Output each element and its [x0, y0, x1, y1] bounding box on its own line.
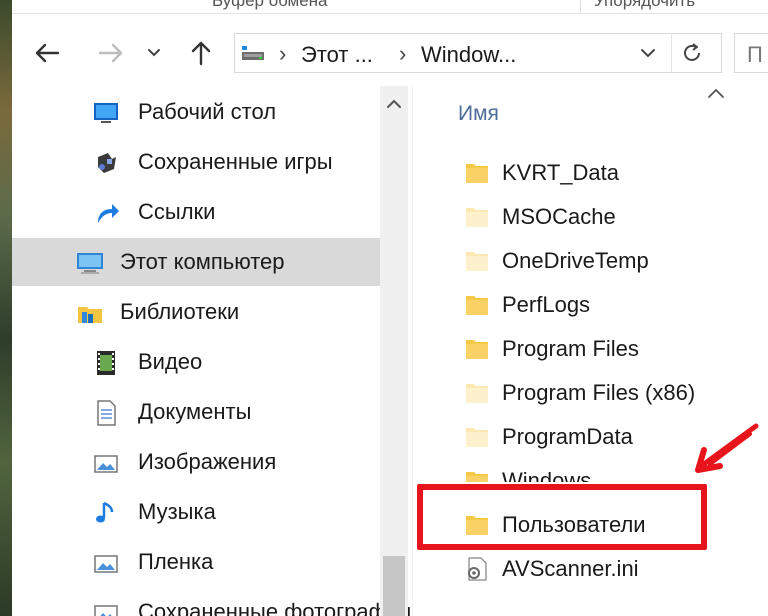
column-header-name[interactable]: Имя: [458, 102, 499, 126]
hidden-folder-icon: [466, 384, 488, 403]
nav-item-desktop[interactable]: Рабочий стол: [12, 88, 380, 136]
file-row[interactable]: OneDriveTemp: [460, 242, 760, 282]
file-name: Program Files: [502, 336, 639, 361]
folder-icon: [466, 164, 488, 183]
computer-icon: [77, 253, 103, 274]
scroll-up-button[interactable]: [380, 86, 408, 122]
nav-item-video[interactable]: Видео: [12, 338, 380, 386]
file-name: AVScanner.ini: [502, 556, 639, 581]
hidden-folder-icon: [466, 208, 488, 227]
arrow-right-icon: [98, 43, 123, 63]
nav-item-label: Музыка: [138, 499, 216, 524]
folder-icon: [466, 340, 488, 359]
saved-games-icon: [98, 153, 116, 173]
nav-item-libraries[interactable]: Библиотеки: [12, 288, 380, 336]
nav-item-label: Документы: [138, 399, 252, 424]
nav-item-label: Видео: [138, 349, 203, 374]
breadcrumb-this-pc[interactable]: Этот ...: [301, 42, 373, 68]
up-button[interactable]: [184, 36, 218, 70]
nav-item-label: Сохраненные игры: [138, 149, 333, 174]
ribbon-group-clipboard: Буфер обмена: [212, 0, 328, 10]
navpane-scrollbar[interactable]: [380, 86, 408, 616]
file-name: KVRT_Data: [502, 160, 619, 185]
breadcrumb-separator: ›: [399, 41, 407, 66]
refresh-button[interactable]: [671, 34, 711, 72]
file-name: PerfLogs: [502, 292, 591, 317]
folder-icon: [466, 296, 488, 315]
sort-ascending-icon: [708, 88, 724, 98]
search-input[interactable]: П: [734, 33, 768, 73]
file-row[interactable]: KVRT_Data: [460, 154, 760, 194]
ribbon-separator: [580, 0, 581, 13]
arrow-left-icon: [35, 43, 60, 63]
highlight-box: [417, 484, 707, 550]
breadcrumb-separator: ›: [279, 41, 287, 66]
address-bar[interactable]: › Этот ... › Window...: [234, 33, 722, 73]
nav-item-saved-pictures[interactable]: Сохраненные фотографии: [12, 588, 411, 616]
nav-item-links[interactable]: Ссылки: [12, 188, 380, 236]
nav-item-saved-games[interactable]: Сохраненные игры: [12, 138, 380, 186]
nav-item-label: Этот компьютер: [120, 249, 285, 274]
search-placeholder: П: [747, 42, 763, 67]
hidden-folder-icon: [466, 428, 488, 447]
nav-item-label: Библиотеки: [120, 299, 240, 324]
camera-roll-icon: [94, 555, 118, 573]
chevron-down-icon: [148, 49, 160, 57]
nav-item-music[interactable]: Музыка: [12, 488, 380, 536]
file-name: OneDriveTemp: [502, 248, 649, 273]
libraries-icon: [78, 307, 102, 323]
file-row[interactable]: Program Files (x86): [460, 374, 760, 414]
file-name: ProgramData: [502, 424, 633, 449]
nav-item-this-pc[interactable]: Этот компьютер: [12, 238, 380, 286]
video-icon: [97, 351, 115, 375]
settings-file-icon: [468, 557, 487, 581]
breadcrumb-windows[interactable]: Window...: [421, 42, 516, 68]
documents-icon: [97, 400, 116, 426]
folder-icon: [466, 472, 488, 482]
recent-locations-button[interactable]: [142, 36, 166, 70]
address-history-button[interactable]: [631, 34, 665, 72]
desktop-background: [0, 0, 12, 616]
refresh-icon: [683, 43, 700, 61]
nav-item-documents[interactable]: Документы: [12, 388, 380, 436]
saved-pictures-icon: [94, 605, 118, 616]
back-button[interactable]: [30, 36, 64, 70]
nav-item-label: Изображения: [138, 449, 277, 474]
desktop-icon: [94, 103, 118, 123]
nav-item-label: Сохраненные фотографии: [138, 599, 412, 616]
file-name: MSOCache: [502, 204, 616, 229]
nav-item-label: Пленка: [138, 549, 214, 574]
file-name: Program Files (x86): [502, 380, 696, 405]
music-icon: [96, 501, 114, 523]
navigation-bar: › Этот ... › Window... П: [12, 14, 768, 86]
file-row[interactable]: MSOCache: [460, 198, 760, 238]
nav-item-label: Ссылки: [138, 199, 216, 224]
ribbon-group-organize: Упорядочить: [594, 0, 696, 10]
arrow-up-icon: [191, 41, 211, 66]
chevron-down-icon: [641, 49, 655, 58]
nav-item-camera-roll[interactable]: Пленка: [12, 538, 380, 586]
scroll-thumb[interactable]: [383, 556, 405, 616]
ribbon: Буфер обмена Упорядочить: [12, 0, 768, 14]
file-row[interactable]: PerfLogs: [460, 286, 760, 326]
pictures-icon: [94, 455, 118, 473]
hidden-folder-icon: [466, 252, 488, 271]
file-row[interactable]: AVScanner.ini: [460, 550, 760, 590]
nav-item-label: Рабочий стол: [138, 99, 277, 124]
red-arrow-annotation: [695, 423, 759, 473]
navigation-pane: Рабочий стол Сохраненные игры Ссылки Это…: [12, 86, 412, 616]
chevron-up-icon: [387, 99, 401, 108]
forward-button[interactable]: [94, 36, 128, 70]
nav-item-pictures[interactable]: Изображения: [12, 438, 380, 486]
links-icon: [98, 204, 119, 223]
file-row[interactable]: Program Files: [460, 330, 760, 370]
file-name: Windows: [502, 468, 592, 482]
drive-icon: [242, 46, 264, 60]
